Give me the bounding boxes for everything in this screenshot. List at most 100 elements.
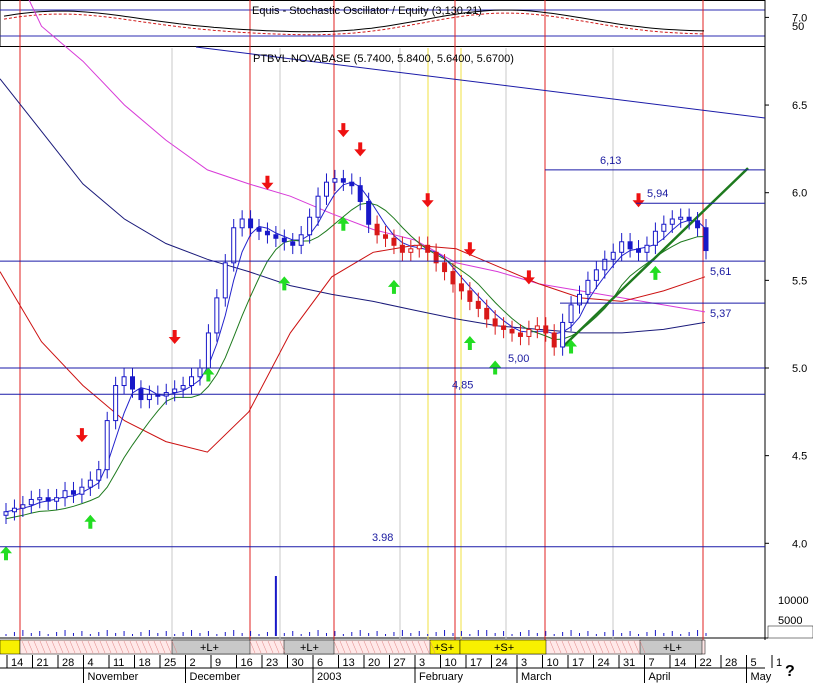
date-tick-label: 6 [317, 657, 323, 669]
date-tick-label: 1 [776, 657, 782, 669]
date-tick-label: 14 [11, 657, 23, 669]
month-label: February [419, 671, 464, 683]
date-tick-label: 10 [445, 657, 457, 669]
candle-body [113, 385, 119, 422]
candle-body [315, 195, 321, 218]
candle-body [11, 507, 17, 513]
date-tick-label: 10 [547, 657, 559, 669]
candle-body [425, 244, 431, 253]
pattern-label: +L+ [200, 642, 219, 654]
candle-body [610, 251, 616, 260]
candle-body [619, 241, 625, 253]
candle-body [416, 244, 422, 250]
candle-body [54, 497, 60, 502]
candle-body [391, 237, 397, 246]
candle-body [408, 248, 414, 253]
candle-body [366, 200, 372, 225]
candle-body [205, 332, 211, 369]
candle-body [357, 185, 363, 202]
date-tick-label: 2 [190, 657, 196, 669]
candle-body [636, 248, 642, 253]
candle-body [96, 469, 102, 481]
date-tick-label: 30 [292, 657, 304, 669]
month-label: 2003 [317, 671, 341, 683]
level-label: 4,85 [452, 379, 473, 391]
candle-body [652, 230, 658, 246]
candle-body [475, 300, 481, 309]
pattern-label: +S+ [434, 642, 454, 654]
price-tick-label: 5.0 [792, 363, 807, 375]
candle-body [484, 307, 490, 320]
oscillator-level-label: 50 [792, 21, 804, 33]
month-label: March [521, 671, 552, 683]
date-tick-label: 24 [496, 657, 508, 669]
candle-body [121, 376, 127, 387]
volume-tick-label: 10000 [778, 595, 809, 607]
candle-body [383, 234, 389, 239]
level-label: 5,37 [710, 308, 731, 320]
candle-body [703, 227, 709, 252]
date-tick-label: 20 [368, 657, 380, 669]
candle-body [222, 262, 228, 299]
candle-body [307, 216, 313, 236]
candle-body [501, 325, 507, 330]
candle-body [458, 283, 464, 292]
candle-body [450, 271, 456, 285]
date-tick-label: 9 [215, 657, 221, 669]
candle-body [332, 178, 338, 183]
level-label: 5,94 [647, 188, 668, 200]
candle-body [442, 262, 448, 273]
candle-body [593, 269, 599, 281]
date-tick-label: 17 [470, 657, 482, 669]
month-label: December [190, 671, 241, 683]
level-label: 3.98 [372, 532, 393, 544]
month-label: April [649, 671, 671, 683]
pattern-label: +S+ [494, 642, 514, 654]
candle-body [340, 178, 346, 183]
stock-chart: 6,13 5,94 5,61 5,37 5,00 4,85 3.98 +L+ +L+ +S+ +S… [0, 0, 813, 683]
candle-body [526, 328, 532, 337]
date-tick-label: 21 [37, 657, 49, 669]
date-tick-label: 3 [419, 657, 425, 669]
pattern-strip: +L+ +L+ +S+ +S+ +L+ [0, 639, 706, 655]
date-tick-label: 17 [572, 657, 584, 669]
candle-body [290, 241, 296, 246]
date-tick-label: 28 [62, 657, 74, 669]
date-tick-label: 24 [598, 657, 610, 669]
pattern-cell [0, 639, 21, 655]
candle-body [560, 321, 566, 348]
candle-body [20, 504, 26, 509]
candle-body [248, 218, 254, 229]
candle-body [517, 332, 523, 337]
candle-body [349, 181, 355, 187]
candle-body [37, 497, 43, 501]
candle-body [678, 216, 684, 220]
candle-body [104, 420, 110, 471]
date-tick-label: 31 [623, 657, 635, 669]
pattern-label: +L+ [663, 642, 682, 654]
candle-body [627, 241, 633, 250]
candle-body [323, 181, 329, 197]
candle-body [399, 244, 405, 253]
candle-body [695, 220, 701, 229]
candle-body [180, 385, 186, 390]
level-label: 5,00 [508, 353, 529, 365]
date-tick-label: 14 [674, 657, 686, 669]
date-tick-label: 23 [266, 657, 278, 669]
candle-body [264, 230, 270, 236]
date-tick-label: 25 [164, 657, 176, 669]
candle-body [669, 218, 675, 225]
candle-body [551, 332, 557, 348]
date-tick-label: 27 [394, 657, 406, 669]
candle-body [239, 218, 245, 229]
candle-body [273, 234, 279, 239]
help-mark[interactable]: ? [785, 663, 795, 680]
price-tick-label: 5.5 [792, 275, 807, 287]
candle-body [686, 216, 692, 222]
candle-body [214, 297, 220, 334]
volume-tick-label: 5000 [778, 615, 802, 627]
date-tick-label: 3 [521, 657, 527, 669]
month-label: May [751, 671, 772, 683]
candle-body [534, 325, 540, 330]
date-tick-label: 7 [649, 657, 655, 669]
